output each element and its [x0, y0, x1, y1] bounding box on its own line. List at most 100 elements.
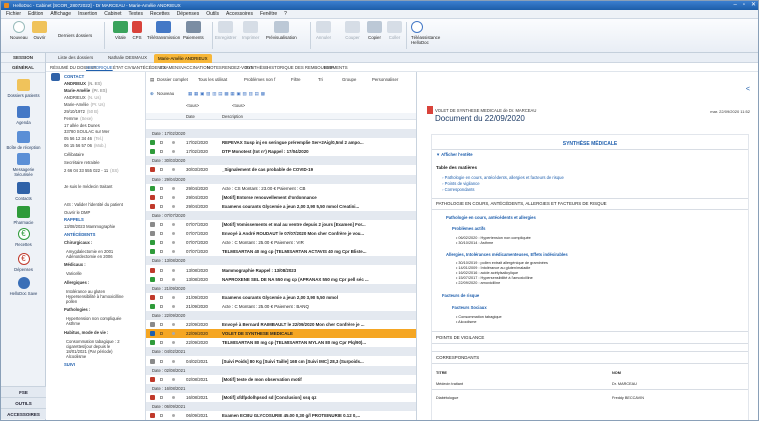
copier-button[interactable]: Copier	[367, 21, 382, 40]
date-group-header[interactable]: Date : 17/02/2020	[146, 129, 416, 138]
history-row[interactable]: D 07/07/2020 [Motif] Vomissements et mal a…	[146, 220, 416, 229]
tri-button[interactable]: Tri	[318, 75, 323, 85]
menu-item[interactable]: Edition	[28, 10, 43, 18]
patient-dmp[interactable]: Ouvrir le DMP	[64, 210, 90, 215]
date-group-header[interactable]: Date : 21/09/2020	[146, 283, 416, 293]
teleassistance-button[interactable]: Téléassistance HelloDoc	[411, 21, 451, 45]
history-row[interactable]: D 16/08/2021 [Motif] xfdfpdolhpsod sd [Con…	[146, 393, 416, 402]
subnav-tab[interactable]: SYNTHÈSE	[245, 63, 268, 72]
col-date[interactable]: Date	[186, 113, 195, 120]
entry-type-icons[interactable]: ▦▦▣▧▥▤▩▦▣▧▥▤▩	[188, 89, 267, 99]
history-row[interactable]: D 04/02/2021 [Suivi Poids] 80 Kg [Suivi Ta…	[146, 357, 416, 366]
date-group-header[interactable]: Date : 29/04/2020	[146, 174, 416, 184]
history-row[interactable]: D 17/02/2020 REPEVAX Susp inj en seringue …	[146, 138, 416, 147]
groupe-button[interactable]: Groupe	[342, 75, 356, 85]
afficher-entete-toggle[interactable]: ▼ Afficher l'entête	[436, 152, 473, 157]
menu-item[interactable]: Textes	[129, 10, 143, 18]
history-row[interactable]: D 17/02/2020 DTP Monotest (tot n°) Rappel …	[146, 147, 416, 156]
history-row[interactable]: D 29/04/2020 [Motif] Entorse renouvellemen…	[146, 193, 416, 202]
users-dropdown[interactable]: Tous les utilisat	[198, 75, 227, 85]
patient-rappel1[interactable]: 13/08/2023 Mammographie	[64, 224, 115, 229]
cps-button[interactable]: CPS	[132, 21, 142, 40]
maximize-icon[interactable]: ▫	[743, 1, 745, 10]
menu-item[interactable]: Dépenses	[177, 10, 200, 18]
dossier-complet-dropdown[interactable]: Dossier complet	[157, 75, 188, 85]
date-group-header[interactable]: Date : 07/07/2020	[146, 210, 416, 220]
date-group-header[interactable]: Date : 02/08/2021	[146, 365, 416, 375]
menu-item[interactable]: Affichage	[50, 10, 71, 18]
patient-mt[interactable]: Je suis le médecin traitant	[64, 184, 112, 189]
history-row[interactable]: D 29/04/2020 Acte : CS Montant : 23.00 € P…	[146, 184, 416, 193]
date-filter-input[interactable]: <tous>	[186, 101, 199, 111]
session-header[interactable]: SESSION	[1, 53, 45, 63]
subnav-tab[interactable]: VACCINATION	[181, 63, 210, 72]
toc-link-1[interactable]: ◦ Pathologie en cours, antécédents, alle…	[442, 175, 564, 180]
sidebar-item-depenses[interactable]: € Dépenses	[1, 253, 46, 272]
date-group-header[interactable]: Date : 06/09/2021	[146, 402, 416, 411]
sidebar-item-inbox[interactable]: Boîte de réception	[1, 131, 46, 150]
sidebar-item-hellodoc-save[interactable]: HelloDoc Save	[1, 277, 46, 296]
subnav-tab[interactable]: DMP	[324, 63, 334, 72]
sidebar-item-dossiers[interactable]: Dossiers patients	[1, 79, 46, 98]
date-group-header[interactable]: Date : 04/02/2021	[146, 347, 416, 357]
history-row[interactable]: D 22/09/2020 TELMISARTAN 80 mg cp (TELMISA…	[146, 338, 416, 347]
minimize-icon[interactable]: –	[733, 1, 736, 10]
date-group-header[interactable]: Date : 22/09/2020	[146, 311, 416, 320]
desc-filter-input[interactable]: <tous>	[232, 101, 245, 111]
date-group-header[interactable]: Date : 16/08/2021	[146, 383, 416, 393]
patient-ais[interactable]: AIS : Valider l'identité du patient	[64, 202, 123, 207]
derniers-dossiers-button[interactable]: Derniers dossiers	[58, 33, 92, 38]
history-row[interactable]: D 07/07/2020 TELMISARTAN 40 mg cp (TELMISA…	[146, 247, 416, 256]
sidebar-accessoires[interactable]: ACCESSOIRES	[1, 408, 46, 419]
general-header[interactable]: GÉNÉRAL	[1, 63, 45, 73]
menu-item[interactable]: Insertion	[78, 10, 97, 18]
menu-item[interactable]: Accessoires	[226, 10, 253, 18]
history-row[interactable]: D 13/08/2020 NAPROXENE SEL DE NA 550 mg cp…	[146, 275, 416, 284]
history-row[interactable]: D 06/09/2021 Examen ECBU GLYCOSURIE 45.00 …	[146, 411, 416, 420]
vitale-button[interactable]: Vitale	[113, 21, 128, 40]
history-row[interactable]: D 21/09/2020 Acte : C Montant : 25.00 € Pa…	[146, 302, 416, 311]
sidebar-item-messagerie[interactable]: Messagerie Sécurisée	[1, 153, 46, 177]
nouveau-entry-button[interactable]: Nouveau	[157, 89, 174, 99]
menu-item[interactable]: Outils	[206, 10, 219, 18]
history-row[interactable]: D 22/09/2020 VOLET DE SYNTHESE MEDICALE	[146, 329, 416, 339]
subnav-tab[interactable]: ÉTAT CIVIL	[113, 63, 135, 72]
history-row[interactable]: D 30/03/2020 _Signalement de cas probable …	[146, 165, 416, 174]
history-row[interactable]: D 02/08/2021 [Motif] teste de mon observat…	[146, 375, 416, 384]
history-row[interactable]: D 07/07/2020 Acte : C Montant : 25.00 € Pa…	[146, 238, 416, 247]
imprimer-button[interactable]: Imprimer	[242, 21, 259, 40]
tab-liste-dossiers[interactable]: Liste des dossiers	[54, 53, 97, 63]
history-row[interactable]: D 21/09/2020 Examens courants Glycemie a j…	[146, 293, 416, 302]
share-icon[interactable]: <	[746, 86, 750, 93]
col-description[interactable]: Description	[222, 113, 243, 120]
toc-link-2[interactable]: ◦ Points de vigilance	[442, 181, 480, 186]
personnaliser-button[interactable]: Personnaliser	[372, 75, 398, 85]
sidebar-item-recettes[interactable]: € Recettes	[1, 228, 46, 247]
history-row[interactable]: D 07/07/2020 Envoyé à André ROUDAUT le 07/…	[146, 229, 416, 238]
problems-dropdown[interactable]: Problèmes non f	[244, 75, 275, 85]
sidebar-item-pharmacie[interactable]: Pharmacie	[1, 206, 46, 225]
subnav-tab[interactable]: NOTES	[207, 63, 222, 72]
menu-item[interactable]: Fenêtre	[260, 10, 277, 18]
subnav-tab[interactable]: EXAMENS	[160, 63, 181, 72]
date-group-header[interactable]: Date : 30/03/2020	[146, 156, 416, 166]
sidebar-item-contacts[interactable]: Contacts	[1, 182, 46, 201]
menu-item[interactable]: Recettes	[150, 10, 170, 18]
tab-patient-prev[interactable]: Nathalie DESMAUX	[104, 53, 151, 63]
history-row[interactable]: D 29/04/2020 Examens courants Glycemie a j…	[146, 202, 416, 211]
menu-item[interactable]: Cabinet	[104, 10, 121, 18]
subnav-tab[interactable]: HISTORIQUE DES REMBOURSEMENTS	[267, 63, 348, 72]
sidebar-outils[interactable]: OUTILS	[1, 397, 46, 408]
menu-item[interactable]: Fichier	[6, 10, 21, 18]
coller-button[interactable]: Coller	[387, 21, 402, 40]
enregistrer-button[interactable]: Enregistrer	[215, 21, 236, 40]
menu-item[interactable]: ?	[284, 10, 287, 18]
history-row[interactable]: D 22/09/2020 Envoyé à Bernard RAIMBAULT le…	[146, 320, 416, 329]
teletransmission-button[interactable]: Télétransmission	[147, 21, 180, 40]
nouveau-button[interactable]: Nouveau	[10, 21, 28, 40]
filtre-button[interactable]: Filtre	[291, 75, 301, 85]
sidebar-item-agenda[interactable]: Agenda	[1, 106, 46, 125]
toc-link-3[interactable]: ◦ Correspondants	[442, 187, 474, 192]
date-group-header[interactable]: Date : 13/08/2020	[146, 256, 416, 266]
couper-button[interactable]: Couper	[345, 21, 360, 40]
